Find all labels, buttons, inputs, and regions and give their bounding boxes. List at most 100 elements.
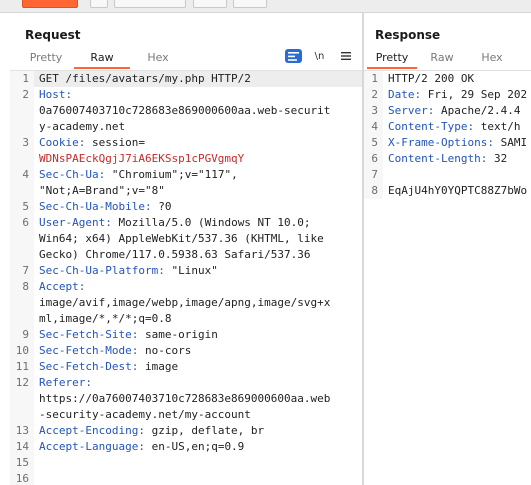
tab-pretty[interactable]: Pretty (367, 49, 417, 69)
session-cookie-value: WDNsPAEckQgjJ7iA6EKSsp1cPGVgmqY (39, 152, 245, 165)
line-number: 6 (364, 151, 383, 167)
header-name: Sec-Ch-Ua: (39, 168, 106, 181)
tab-hex[interactable]: Hex (467, 49, 517, 69)
line-text: Accept-Language: en-US,en;q=0.9 (34, 439, 362, 455)
header-value: ?0 (151, 200, 172, 213)
header-name: Sec-Fetch-Dest: (39, 360, 139, 373)
header-name: Referer: (39, 376, 92, 389)
header-value: gzip, deflate, br (144, 424, 265, 437)
line-number: 1 (364, 71, 383, 87)
header-value: Apache/2.4.4 (434, 104, 521, 117)
line-text: Accept: image/avif,image/webp,image/apng,… (34, 279, 362, 327)
line-text: Sec-Ch-Ua-Platform: "Linux" (34, 263, 362, 279)
tab-hex[interactable]: Hex (130, 49, 186, 69)
wrapped-value: y-academy.net (39, 120, 126, 133)
toolbar-button[interactable] (114, 0, 186, 8)
header-name: Date: (388, 88, 422, 101)
header-name: Accept: (39, 280, 86, 293)
line-text (383, 167, 531, 183)
line-number: 11 (10, 359, 34, 375)
header-value: HTTP/2 200 OK (388, 72, 475, 85)
line-number: 16 (10, 471, 34, 485)
code-line: 7 (364, 167, 531, 183)
tab-raw[interactable]: Raw (417, 49, 467, 69)
header-value: Mozilla/5.0 (Windows NT 10.0; (111, 216, 311, 229)
header-value: same-origin (138, 328, 218, 341)
forward-button[interactable] (233, 0, 267, 8)
line-text: Content-Type: text/h (383, 119, 531, 135)
line-text: Referer: https://0a76007403710c728683e869… (34, 375, 362, 423)
header-name: Accept-Encoding: (39, 424, 145, 437)
request-pane: Request Pretty Raw Hex \n 1 GET /files/a… (0, 13, 362, 485)
wrapped-value: image/avif,image/webp,image/apng,image/s… (39, 296, 331, 309)
line-number: 8 (10, 279, 34, 327)
wrapped-value: "Not;A=Brand";v="8" (39, 184, 165, 197)
header-value: no-cors (138, 344, 192, 357)
line-number: 5 (10, 199, 34, 215)
header-name: Accept-Language: (39, 440, 145, 453)
line-text: X-Frame-Options: SAMI (383, 135, 531, 151)
line-number: 10 (10, 343, 34, 359)
line-text: Host: 0a76007403710c728683e869000600aa.we… (34, 87, 362, 135)
newline-toggle[interactable]: \n (311, 49, 328, 63)
send-button[interactable] (22, 0, 78, 8)
top-toolbar (0, 0, 531, 13)
header-name: Cookie: (39, 136, 86, 149)
line-text: Cookie: session= WDNsPAEckQgjJ7iA6EKSsp1c… (34, 135, 362, 167)
code-line: 12 Referer: https://0a76007403710c728683e8… (10, 375, 362, 423)
response-editor[interactable]: 1 HTTP/2 200 OK 2 Date: Fri, 29 Sep 202 3 Ser… (364, 71, 531, 485)
header-name: Content-Length: (388, 152, 488, 165)
header-name: User-Agent: (39, 216, 112, 229)
line-text: GET /files/avatars/my.php HTTP/2 (34, 71, 362, 87)
code-line: 13 Accept-Encoding: gzip, deflate, br (10, 423, 362, 439)
wrapped-value: https://0a76007403710c728683e869000600aa… (39, 392, 331, 405)
line-text: HTTP/2 200 OK (383, 71, 531, 87)
line-number: 4 (364, 119, 383, 135)
settings-button[interactable] (90, 0, 108, 8)
tab-pretty[interactable]: Pretty (18, 49, 74, 69)
tab-raw[interactable]: Raw (74, 49, 130, 69)
header-value: EqAjU4hY0YQPTC88Z7bWo (388, 184, 528, 197)
line-number: 12 (10, 375, 34, 423)
line-text: Sec-Ch-Ua: "Chromium";v="117", "Not;A=Bra… (34, 167, 362, 199)
code-line: 4 Content-Type: text/h (364, 119, 531, 135)
line-text: Sec-Fetch-Dest: image (34, 359, 362, 375)
line-text: Sec-Ch-Ua-Mobile: ?0 (34, 199, 362, 215)
code-line: 5 Sec-Ch-Ua-Mobile: ?0 (10, 199, 362, 215)
line-number: 7 (10, 263, 34, 279)
request-editor[interactable]: 1 GET /files/avatars/my.php HTTP/2 2 Host: 0… (10, 71, 362, 485)
code-line: 15 (10, 455, 362, 471)
response-tabs: Pretty Raw Hex (367, 49, 517, 69)
header-value: text/h (474, 120, 521, 133)
line-number: 6 (10, 215, 34, 263)
code-line: 9 Sec-Fetch-Site: same-origin (10, 327, 362, 343)
line-number: 2 (364, 87, 383, 103)
wrapped-value: 0a76007403710c728683e869000600aa.web-sec… (39, 104, 331, 117)
header-value: GET /files/avatars/my.php HTTP/2 (39, 72, 251, 85)
line-text: User-Agent: Mozilla/5.0 (Windows NT 10.0… (34, 215, 362, 263)
menu-glyph-icon (340, 52, 351, 60)
request-title: Request (25, 28, 81, 42)
burp-repeater-window: Request Pretty Raw Hex \n 1 GET /files/a… (0, 0, 531, 485)
line-number: 7 (364, 167, 383, 183)
header-name: Server: (388, 104, 435, 117)
code-line: 3 Cookie: session= WDNsPAEckQgjJ7iA6EKSsp1… (10, 135, 362, 167)
code-line: 3 Server: Apache/2.4.4 (364, 103, 531, 119)
line-number: 3 (10, 135, 34, 167)
code-line: 10 Sec-Fetch-Mode: no-cors (10, 343, 362, 359)
line-number: 8 (364, 183, 383, 199)
code-line: 2 Date: Fri, 29 Sep 202 (364, 87, 531, 103)
editor-tools: \n (285, 49, 354, 63)
back-button[interactable] (193, 0, 227, 8)
header-value: session= (85, 136, 145, 149)
code-line: 1 HTTP/2 200 OK (364, 71, 531, 87)
line-text: Content-Length: 32 (383, 151, 531, 167)
line-number: 9 (10, 327, 34, 343)
code-line: 11 Sec-Fetch-Dest: image (10, 359, 362, 375)
hamburger-icon[interactable] (337, 49, 354, 63)
word-wrap-icon[interactable] (285, 49, 302, 63)
wrapped-value: Gecko) Chrome/117.0.5938.63 Safari/537.3… (39, 248, 311, 261)
line-number: 3 (364, 103, 383, 119)
line-number: 2 (10, 87, 34, 135)
wrap-glyph-icon (288, 51, 299, 61)
